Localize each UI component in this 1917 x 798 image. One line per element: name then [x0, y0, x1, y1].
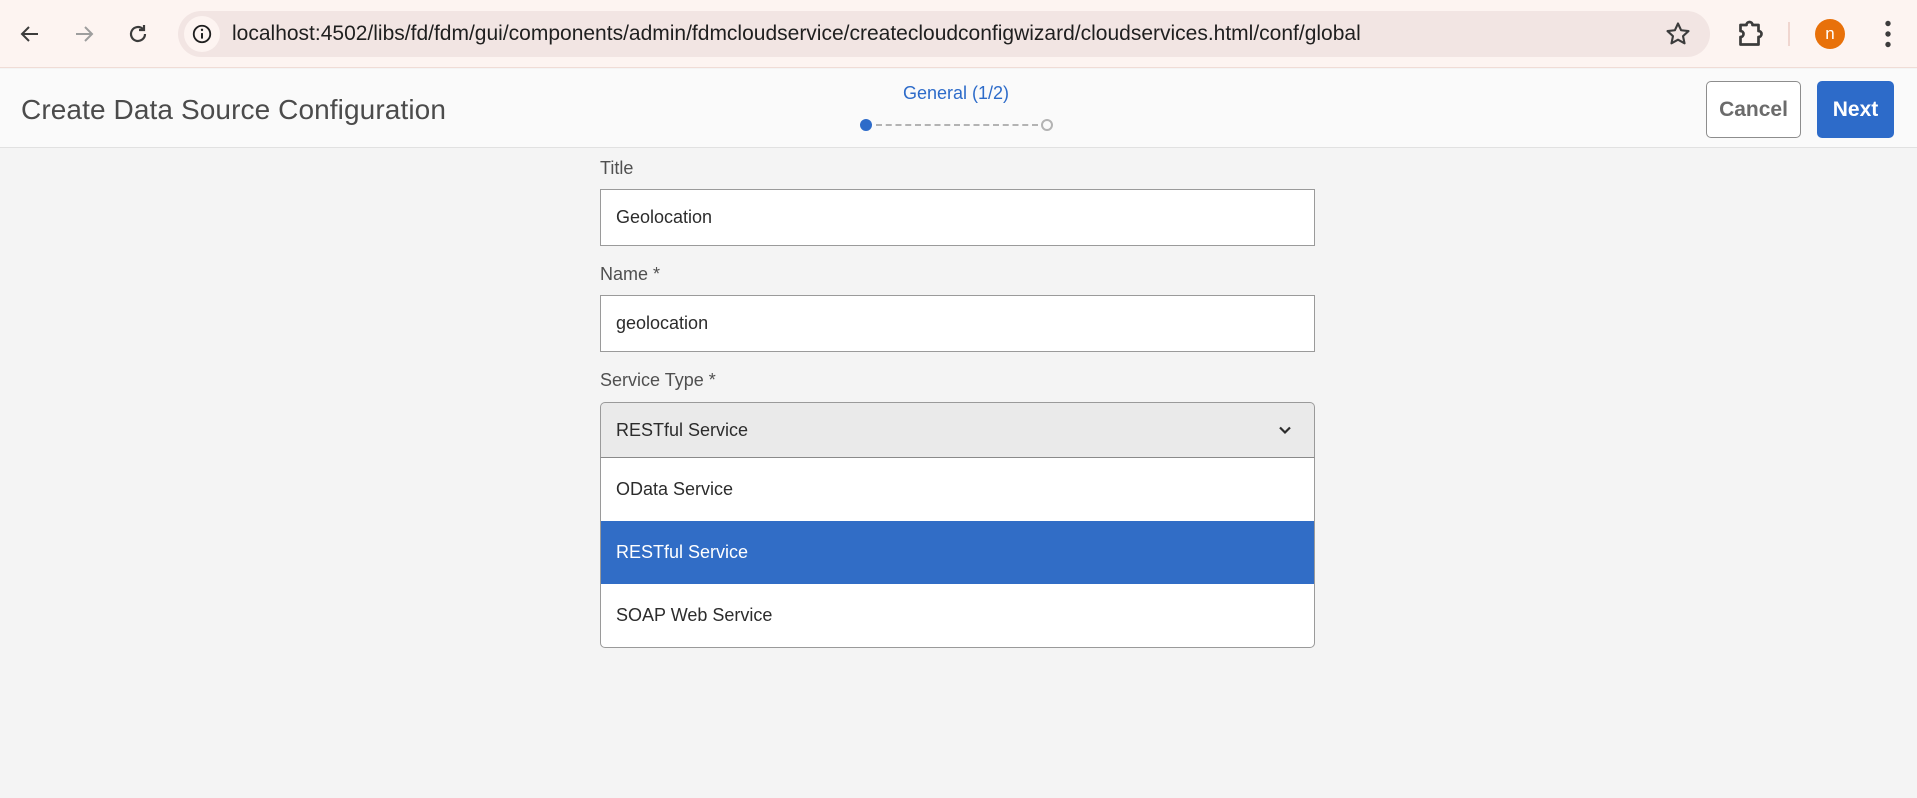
arrow-right-icon	[76, 26, 94, 42]
reload-icon	[129, 25, 147, 43]
toolbar-divider	[1788, 22, 1790, 46]
option-restful-service[interactable]: RESTful Service	[601, 521, 1314, 584]
option-odata-service[interactable]: OData Service	[601, 458, 1314, 521]
reload-button[interactable]	[118, 14, 158, 54]
back-button[interactable]	[10, 14, 50, 54]
arrow-left-icon	[20, 26, 38, 42]
name-label: Name *	[600, 264, 661, 284]
service-type-select[interactable]: RESTful Service	[600, 402, 1315, 458]
url-text[interactable]: localhost:4502/libs/fd/fdm/gui/component…	[232, 11, 1361, 57]
cancel-button[interactable]: Cancel	[1706, 81, 1801, 138]
page-title: Create Data Source Configuration	[21, 94, 446, 125]
kebab-menu-icon[interactable]	[1870, 16, 1906, 52]
service-type-value: RESTful Service	[616, 420, 749, 440]
wizard-header: Create Data Source Configuration General…	[0, 69, 1917, 148]
wizard-progress	[860, 118, 1055, 132]
browser-toolbar: localhost:4502/libs/fd/fdm/gui/component…	[0, 0, 1917, 68]
star-icon[interactable]	[1664, 20, 1692, 48]
forward-button[interactable]	[64, 14, 104, 54]
wizard-step-label: General (1/2)	[902, 83, 1010, 103]
service-type-options: OData Service RESTful Service SOAP Web S…	[600, 458, 1315, 648]
step-connector	[876, 124, 1038, 126]
step-2-indicator	[1041, 119, 1053, 131]
service-type-label: Service Type *	[600, 370, 716, 390]
title-label: Title	[600, 158, 634, 178]
title-input[interactable]	[600, 189, 1315, 246]
address-bar[interactable]: localhost:4502/libs/fd/fdm/gui/component…	[178, 11, 1710, 57]
chevron-down-icon	[1279, 426, 1291, 435]
next-button[interactable]: Next	[1817, 81, 1894, 138]
site-info-button[interactable]	[184, 16, 220, 52]
step-1-indicator	[860, 119, 872, 131]
info-icon	[192, 24, 212, 44]
option-soap-web-service[interactable]: SOAP Web Service	[601, 584, 1314, 647]
name-input[interactable]	[600, 295, 1315, 352]
puzzle-icon[interactable]	[1733, 16, 1769, 52]
profile-avatar[interactable]: n	[1815, 19, 1845, 49]
